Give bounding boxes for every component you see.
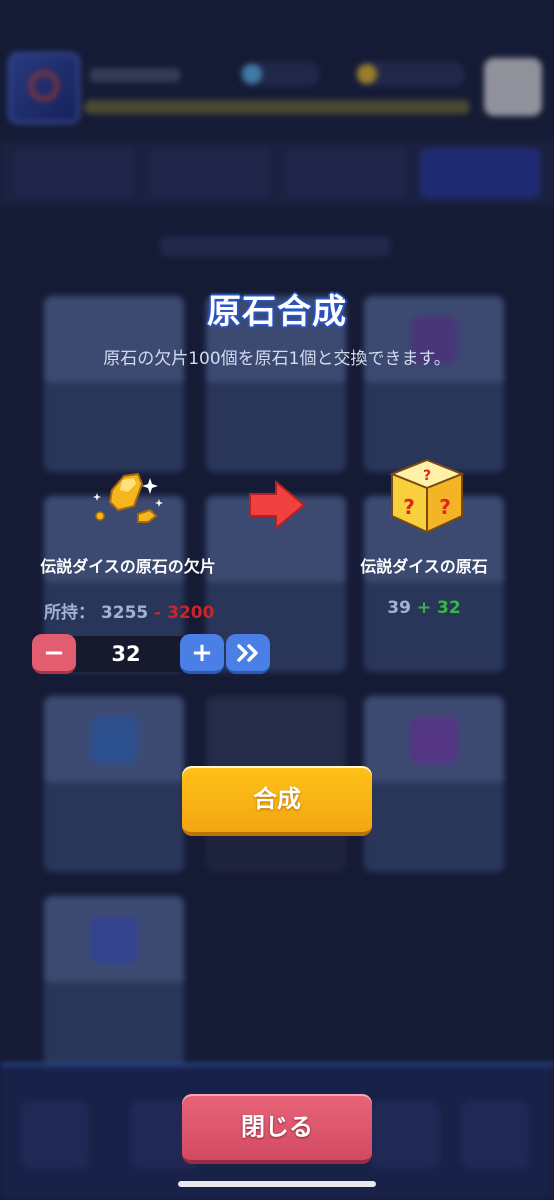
home-indicator xyxy=(178,1181,376,1187)
target-item-name: 伝説ダイスの原石 xyxy=(360,557,488,576)
source-owned-count: 所持： 3255 - 3200 xyxy=(44,598,214,623)
decrease-button[interactable]: − xyxy=(32,634,76,674)
quantity-value[interactable]: 32 xyxy=(78,636,174,672)
minus-icon: − xyxy=(43,637,65,668)
plus-icon: + xyxy=(191,637,213,668)
cost-value: - 3200 xyxy=(154,603,215,623)
double-chevron-right-icon xyxy=(237,643,258,662)
target-owned-count: 39 + 32 xyxy=(320,598,528,618)
increase-button[interactable]: + xyxy=(180,634,224,674)
gold-ore-shard-icon xyxy=(88,470,168,532)
owned-value: 3255 xyxy=(100,603,149,623)
svg-text:?: ? xyxy=(423,468,431,484)
owned-label: 所持： xyxy=(44,603,95,623)
source-item-name: 伝説ダイスの原石の欠片 xyxy=(40,557,216,576)
arrow-right-icon xyxy=(246,478,308,532)
close-button[interactable]: 閉じる xyxy=(182,1094,372,1164)
svg-text:?: ? xyxy=(403,495,415,519)
modal-title: 原石合成 xyxy=(207,292,347,332)
synthesize-button[interactable]: 合成 xyxy=(182,766,372,836)
modal-subtitle: 原石の欠片100個を原石1個と交換できます。 xyxy=(103,349,451,369)
max-quantity-button[interactable] xyxy=(226,634,270,674)
svg-text:?: ? xyxy=(439,495,451,519)
target-owned-value: 39 xyxy=(387,598,411,618)
gain-value: + 32 xyxy=(416,598,461,618)
mystery-dice-icon: ? ? ? xyxy=(386,456,468,536)
